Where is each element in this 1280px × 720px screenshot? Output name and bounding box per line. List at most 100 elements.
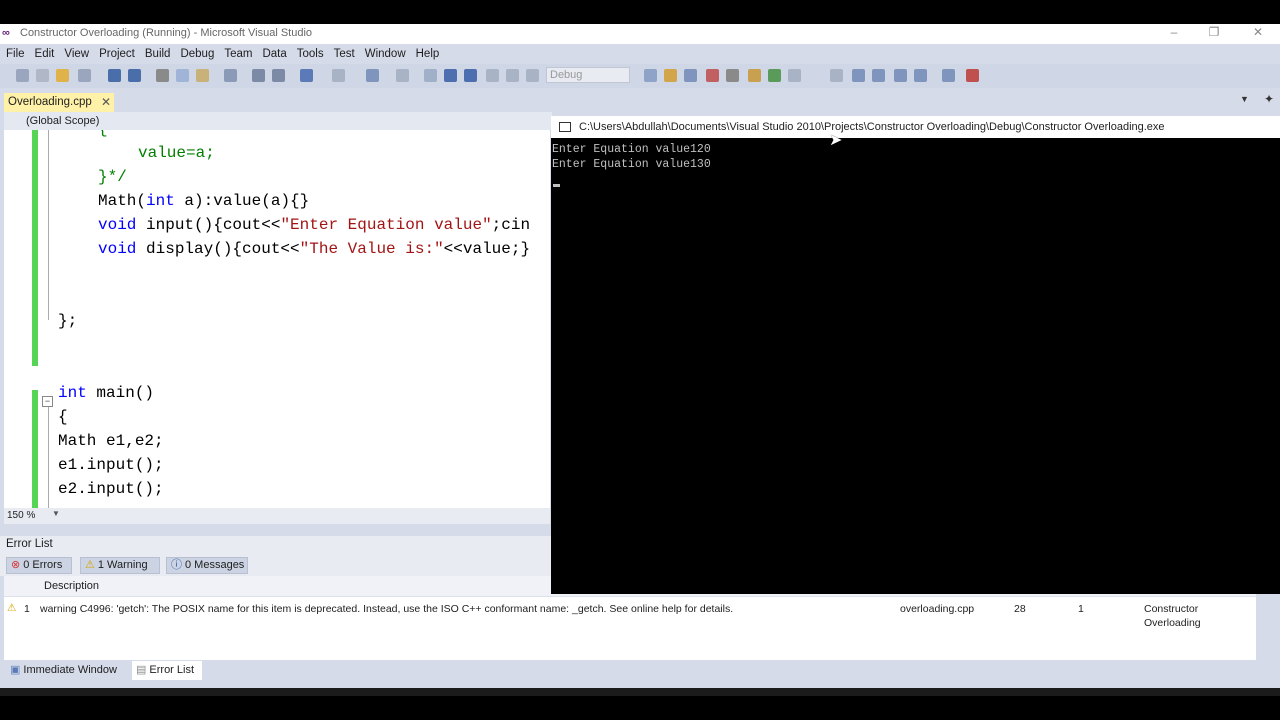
messages-filter-button[interactable]: ⓘ 0 Messages: [166, 557, 248, 574]
console-output-line: Enter Equation value120: [552, 143, 711, 156]
warning-icon: ⚠: [7, 602, 17, 614]
object-browser-icon[interactable]: [706, 69, 719, 82]
call-stack-icon[interactable]: [914, 69, 927, 82]
error-list-title: Error List: [6, 538, 53, 550]
row-index: 1: [24, 603, 30, 615]
info-icon: ⓘ: [171, 559, 182, 571]
errors-filter-button[interactable]: ⊗ 0 Errors: [6, 557, 72, 574]
tab-error-list[interactable]: ▤ Error List: [132, 661, 202, 680]
paste-icon[interactable]: [196, 69, 209, 82]
menu-help[interactable]: Help: [411, 45, 445, 60]
solution-configuration-dropdown[interactable]: Debug: [546, 67, 630, 83]
document-tab-strip: Overloading.cpp ✕ ▼ ✦: [0, 88, 1280, 112]
save-all-icon[interactable]: [128, 69, 141, 82]
scope-dropdown[interactable]: (Global Scope): [4, 112, 552, 131]
output-window-icon[interactable]: [966, 69, 979, 82]
menu-team[interactable]: Team: [219, 45, 257, 60]
step-out-icon[interactable]: [526, 69, 539, 82]
start-page-icon[interactable]: [788, 69, 801, 82]
menu-project[interactable]: Project: [94, 45, 140, 60]
menu-data[interactable]: Data: [257, 45, 291, 60]
zoom-level: 150 %: [7, 510, 36, 521]
class-view-icon[interactable]: [748, 69, 761, 82]
menu-tools[interactable]: Tools: [292, 45, 329, 60]
menu-view[interactable]: View: [59, 45, 94, 60]
error-list-header: Error List: [0, 536, 552, 554]
warning-icon: ⚠: [85, 559, 95, 571]
step-into-icon[interactable]: [486, 69, 499, 82]
console-window[interactable]: C:\Users\Abdullah\Documents\Visual Studi…: [551, 116, 1280, 594]
zoom-control[interactable]: 150 % ▼: [4, 508, 550, 524]
code-editor[interactable]: − { value=a; }*/ Math(int a):value(a){} …: [4, 130, 550, 508]
comment-out-icon[interactable]: [252, 69, 265, 82]
breakpoints-icon[interactable]: [872, 69, 885, 82]
close-tab-icon[interactable]: ✕: [101, 95, 111, 109]
toolbox-icon[interactable]: [726, 69, 739, 82]
menu-file[interactable]: File: [1, 45, 30, 60]
menu-debug[interactable]: Debug: [175, 45, 219, 60]
error-icon: ⊗: [11, 559, 21, 571]
menu-build[interactable]: Build: [140, 45, 176, 60]
undo-icon[interactable]: [300, 69, 313, 82]
save-icon[interactable]: [108, 69, 121, 82]
menu-test[interactable]: Test: [329, 45, 360, 60]
column-description[interactable]: Description: [44, 580, 99, 592]
menu-edit[interactable]: Edit: [30, 45, 60, 60]
tab-overloading-cpp[interactable]: Overloading.cpp ✕: [4, 93, 114, 112]
properties-icon[interactable]: [684, 69, 697, 82]
zoom-dropdown-icon[interactable]: ▼: [52, 509, 60, 518]
error-list-filters: ⊗ 0 Errors ⚠ 1 Warning ⓘ 0 Messages: [0, 554, 552, 576]
code-line: {: [58, 408, 68, 426]
add-item-icon[interactable]: [36, 69, 49, 82]
code-line: }*/: [98, 168, 127, 186]
extension-manager-icon[interactable]: [768, 69, 781, 82]
options-icon[interactable]: ✦: [1264, 92, 1274, 106]
row-project-cont: Overloading: [1144, 617, 1201, 629]
changed-lines-marker: [32, 130, 38, 366]
menu-window[interactable]: Window: [360, 45, 411, 60]
navigate-forward-icon[interactable]: [396, 69, 409, 82]
code-line: e2.input();: [58, 480, 164, 498]
code-line: void input(){cout<<"Enter Equation value…: [98, 216, 531, 234]
hex-display-icon[interactable]: [942, 69, 955, 82]
row-line: 28: [1014, 603, 1026, 615]
open-folder-icon[interactable]: [56, 69, 69, 82]
mouse-pointer-icon: ➤: [829, 132, 843, 149]
bottom-tool-tabs: ▣ Immediate Window ▤ Error List: [0, 660, 1280, 682]
copy-icon[interactable]: [176, 69, 189, 82]
console-output-line: Enter Equation value130: [552, 158, 711, 171]
redo-icon[interactable]: [332, 69, 345, 82]
uncomment-icon[interactable]: [272, 69, 285, 82]
find-icon[interactable]: [224, 69, 237, 82]
minimize-icon[interactable]: –: [1164, 25, 1184, 39]
console-cursor: [553, 184, 560, 187]
new-project-icon[interactable]: [16, 69, 29, 82]
standard-toolbar: Debug: [0, 64, 1280, 88]
break-all-icon[interactable]: [444, 69, 457, 82]
console-title-bar[interactable]: C:\Users\Abdullah\Documents\Visual Studi…: [551, 116, 1280, 138]
table-row[interactable]: ⚠ 1 warning C4996: 'getch': The POSIX na…: [4, 598, 1256, 632]
tab-immediate-window[interactable]: ▣ Immediate Window: [6, 661, 130, 680]
watch-icon[interactable]: [894, 69, 907, 82]
navigate-backward-icon[interactable]: [366, 69, 379, 82]
code-line: int main(): [58, 384, 155, 402]
find-in-files-icon[interactable]: [644, 69, 657, 82]
menu-bar: File Edit View Project Build Debug Team Data Too…: [0, 44, 1280, 64]
collapse-outline-icon[interactable]: −: [42, 396, 53, 407]
debug-toolbar-icon[interactable]: [830, 69, 843, 82]
step-over-icon[interactable]: [506, 69, 519, 82]
cut-icon[interactable]: [156, 69, 169, 82]
window-title: Constructor Overloading (Running) - Micr…: [20, 27, 313, 39]
immediate-window-icon: ▣: [10, 664, 21, 676]
warnings-filter-button[interactable]: ⚠ 1 Warning: [80, 557, 160, 574]
threads-icon[interactable]: [852, 69, 865, 82]
open-file-icon[interactable]: [78, 69, 91, 82]
console-icon: [559, 122, 571, 132]
restore-icon[interactable]: ❐: [1204, 25, 1224, 39]
solution-explorer-icon[interactable]: [664, 69, 677, 82]
close-window-icon[interactable]: ✕: [1248, 25, 1268, 39]
start-debugging-icon[interactable]: [424, 69, 437, 82]
tab-dropdown-icon[interactable]: ▼: [1240, 94, 1249, 104]
stop-debugging-icon[interactable]: [464, 69, 477, 82]
scope-label: (Global Scope): [26, 115, 100, 127]
